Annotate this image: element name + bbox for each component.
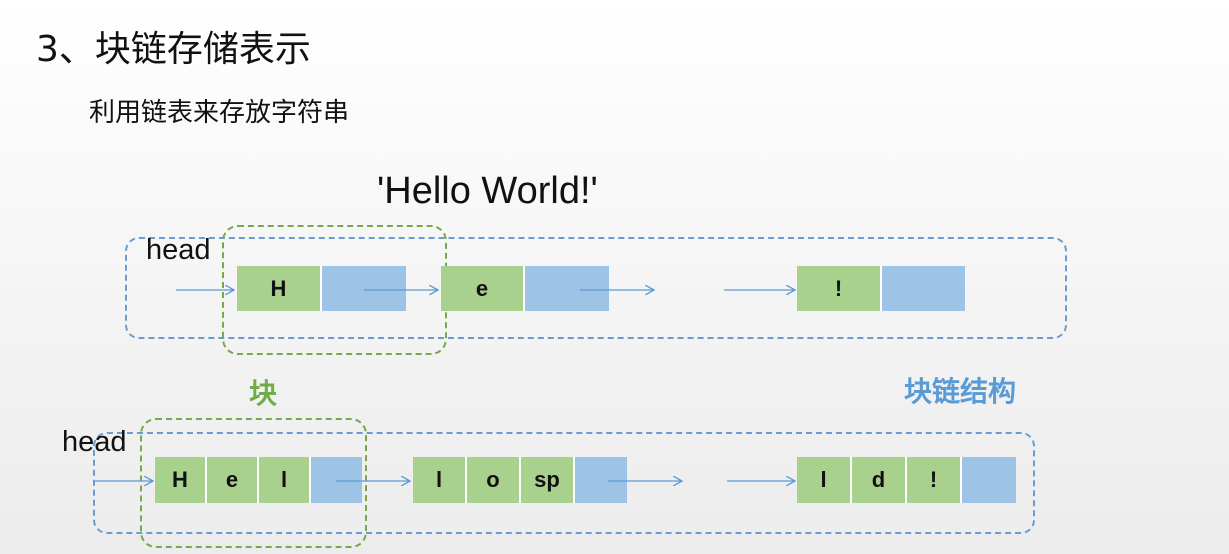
pointer-arrows <box>95 0 1229 554</box>
